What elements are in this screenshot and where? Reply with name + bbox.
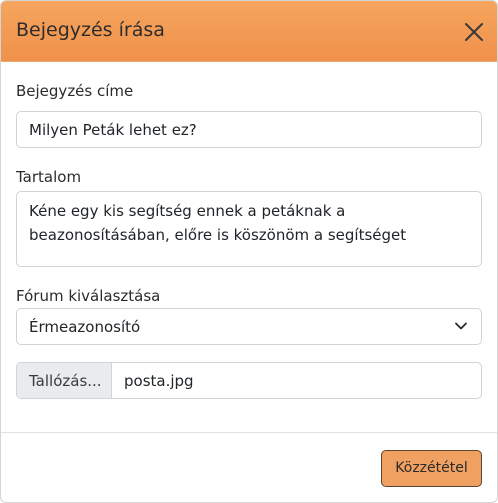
selected-file-name: posta.jpg bbox=[124, 372, 194, 390]
forum-selected-value: Érmeazonosító bbox=[29, 318, 141, 336]
post-title-input[interactable]: Milyen Peták lehet ez? bbox=[16, 111, 482, 148]
dialog-header: Bejegyzés írása bbox=[1, 1, 497, 62]
content-textarea[interactable]: Kéne egy kis segítség ennek a petáknak a… bbox=[16, 191, 482, 267]
post-title-value: Milyen Peták lehet ez? bbox=[29, 121, 197, 139]
forum-select[interactable]: Érmeazonosító bbox=[16, 308, 482, 345]
footer-divider bbox=[1, 432, 497, 433]
close-icon bbox=[465, 23, 483, 41]
forum-select-label: Fórum kiválasztása bbox=[16, 287, 161, 305]
file-input[interactable]: Tallózás... posta.jpg bbox=[16, 362, 482, 399]
browse-button[interactable]: Tallózás... bbox=[17, 363, 112, 398]
new-post-dialog: Bejegyzés írása Bejegyzés címe Milyen Pe… bbox=[0, 0, 498, 503]
content-value: Kéne egy kis segítség ennek a petáknak a… bbox=[29, 202, 407, 244]
post-title-label: Bejegyzés címe bbox=[16, 82, 134, 100]
close-button[interactable] bbox=[460, 19, 488, 45]
publish-button[interactable]: Közzététel bbox=[381, 450, 482, 487]
dialog-title: Bejegyzés írása bbox=[16, 19, 165, 41]
chevron-down-icon bbox=[455, 322, 467, 330]
content-label: Tartalom bbox=[16, 168, 82, 186]
